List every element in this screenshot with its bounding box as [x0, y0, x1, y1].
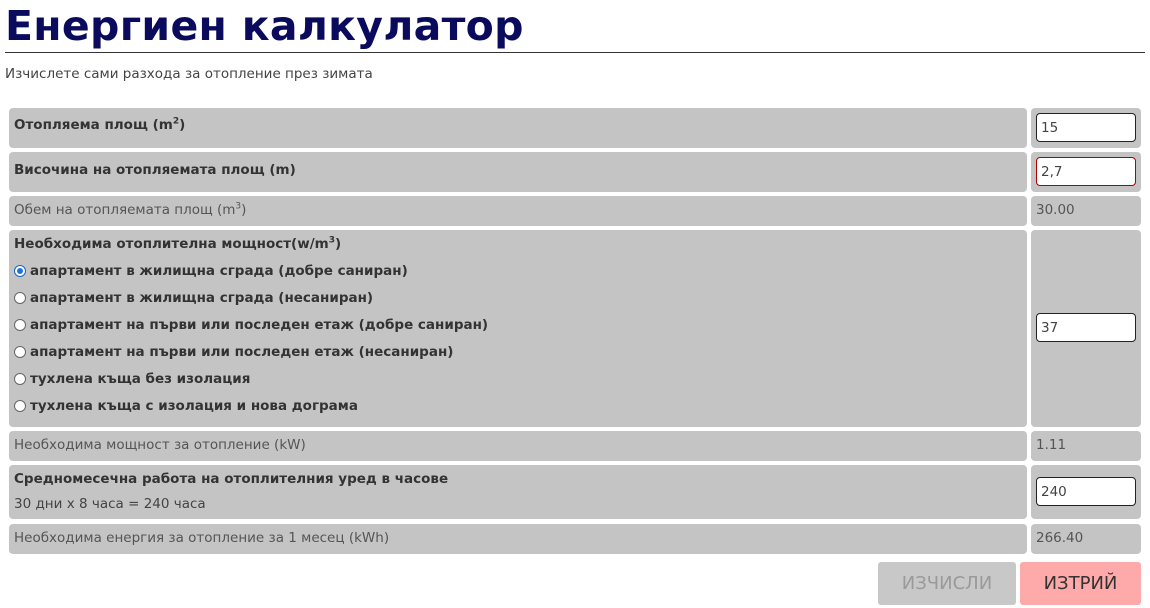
height-label-cell: Височина на отопляемата площ (m) — [9, 152, 1027, 192]
area-label-cell: Отопляема площ (m2) — [9, 108, 1027, 148]
building-type-option-label: апартамент в жилищна сграда (несаниран) — [30, 290, 374, 306]
monthly-energy-label-cell: Необходима енергия за отопление за 1 мес… — [9, 524, 1027, 554]
monthly-energy-value: 266.40 — [1036, 530, 1084, 546]
heating-power-label: Необходима мощност за отопление (kW) — [14, 437, 306, 453]
building-type-option-label: апартамент на първи или последен етаж (д… — [30, 317, 489, 333]
area-value-cell — [1031, 108, 1141, 148]
building-type-option-label: апартамент на първи или последен етаж (н… — [30, 344, 454, 360]
title-divider — [5, 52, 1145, 53]
building-type-option[interactable]: апартамент на първи или последен етаж (д… — [14, 317, 488, 333]
monthly-energy-value-cell: 266.40 — [1031, 524, 1141, 554]
radio-button[interactable] — [14, 400, 26, 412]
area-label: Отопляема площ (m2) — [14, 116, 186, 133]
page-title: Енергиен калкулатор — [5, 2, 524, 50]
calculate-button[interactable]: ИЗЧИСЛИ — [878, 562, 1016, 605]
monthly-hours-label-cell: Средномесечна работа на отоплителния уре… — [9, 465, 1027, 519]
radio-button[interactable] — [14, 346, 26, 358]
power-needed-value-cell — [1031, 230, 1141, 427]
power-needed-input[interactable] — [1036, 313, 1136, 342]
height-input[interactable] — [1036, 157, 1136, 186]
monthly-hours-label: Средномесечна работа на отоплителния уре… — [14, 471, 449, 487]
heating-power-label-cell: Необходима мощност за отопление (kW) — [9, 431, 1027, 461]
volume-value-cell: 30.00 — [1031, 196, 1141, 226]
building-type-option[interactable]: тухлена къща без изолация — [14, 371, 250, 387]
heating-power-value: 1.11 — [1036, 437, 1067, 453]
power-needed-label-cell: Необходима отоплителна мощност(w/m3) апа… — [9, 230, 1027, 427]
height-value-cell — [1031, 152, 1141, 192]
building-type-option[interactable]: тухлена къща с изолация и нова дограма — [14, 398, 358, 414]
radio-button[interactable] — [14, 292, 26, 304]
building-type-option-label: тухлена къща без изолация — [30, 371, 251, 387]
volume-label-cell: Обем на отопляемата площ (m3) — [9, 196, 1027, 226]
volume-label: Обем на отопляемата площ (m3) — [14, 201, 247, 218]
building-type-option[interactable]: апартамент в жилищна сграда (несаниран) — [14, 290, 373, 306]
heating-power-value-cell: 1.11 — [1031, 431, 1141, 461]
building-type-option[interactable]: апартамент в жилищна сграда (добре санир… — [14, 263, 408, 279]
radio-button[interactable] — [14, 319, 26, 331]
monthly-hours-input[interactable] — [1036, 477, 1136, 506]
page-subtitle: Изчислете сами разхода за отопление през… — [5, 66, 373, 82]
power-needed-label: Необходима отоплителна мощност(w/m3) — [14, 235, 342, 252]
building-type-option-label: тухлена къща с изолация и нова дограма — [30, 398, 358, 414]
radio-button[interactable] — [14, 373, 26, 385]
radio-button[interactable] — [14, 265, 26, 277]
height-label: Височина на отопляемата площ (m) — [14, 162, 296, 178]
clear-button[interactable]: ИЗТРИЙ — [1020, 562, 1141, 605]
monthly-energy-label: Необходима енергия за отопление за 1 мес… — [14, 530, 390, 546]
building-type-option-label: апартамент в жилищна сграда (добре санир… — [30, 263, 408, 279]
monthly-hours-value-cell — [1031, 465, 1141, 519]
monthly-hours-hint: 30 дни х 8 часа = 240 часа — [14, 496, 206, 512]
volume-value: 30.00 — [1036, 202, 1075, 218]
area-input[interactable] — [1036, 113, 1136, 142]
building-type-option[interactable]: апартамент на първи или последен етаж (н… — [14, 344, 453, 360]
